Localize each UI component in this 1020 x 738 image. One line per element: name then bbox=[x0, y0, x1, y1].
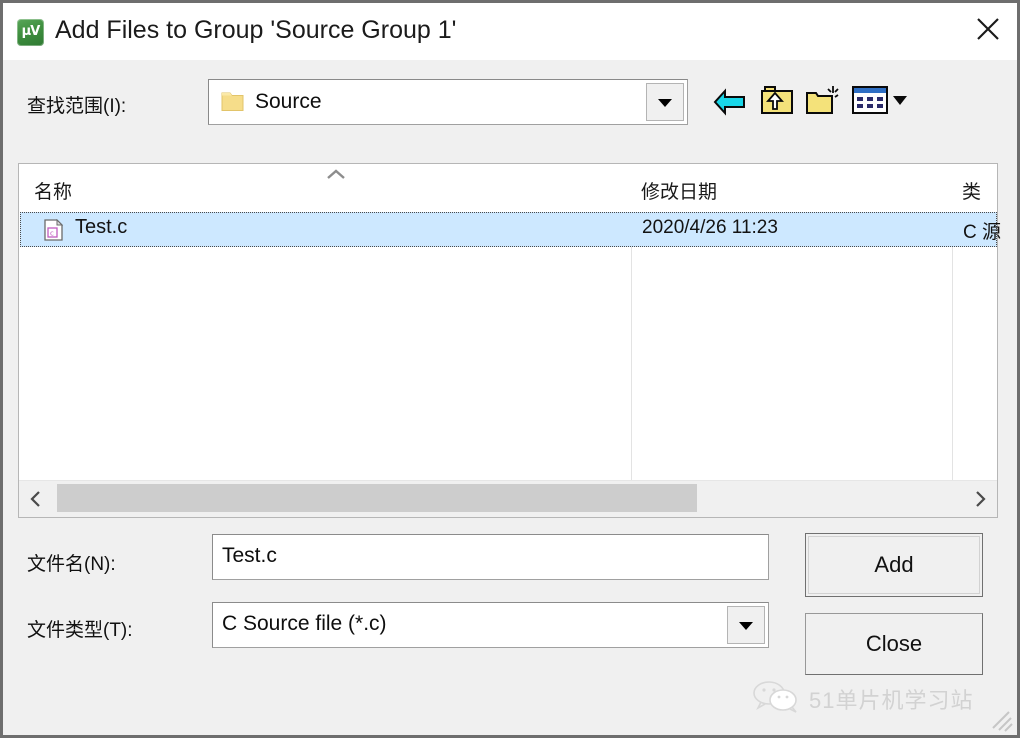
scrollbar-thumb[interactable] bbox=[57, 484, 697, 512]
title-bar: μV Add Files to Group 'Source Group 1' bbox=[3, 3, 1017, 60]
svg-text:c: c bbox=[50, 230, 54, 238]
c-source-file-icon: c bbox=[44, 219, 63, 241]
add-button[interactable]: Add bbox=[805, 533, 983, 597]
look-in-dropdown-button[interactable] bbox=[646, 83, 684, 121]
close-button[interactable]: Close bbox=[805, 613, 983, 675]
file-name-input-value: Test.c bbox=[222, 544, 277, 567]
window-title: Add Files to Group 'Source Group 1' bbox=[55, 16, 457, 44]
new-folder-icon bbox=[806, 86, 839, 114]
chevron-down-icon bbox=[658, 99, 672, 107]
file-name-label: 文件名(N): bbox=[27, 554, 116, 575]
views-list-icon bbox=[852, 86, 907, 114]
close-icon bbox=[977, 18, 999, 40]
up-one-level-button[interactable] bbox=[760, 83, 794, 117]
file-name-input[interactable]: Test.c bbox=[212, 534, 769, 580]
folder-icon bbox=[221, 92, 244, 111]
close-window-button[interactable] bbox=[959, 3, 1017, 53]
file-name-cell: Test.c bbox=[75, 216, 128, 238]
file-list[interactable]: 名称 修改日期 类 c Test.c 2020/4/26 11:23 C 源 bbox=[18, 163, 1001, 518]
look-in-label: 查找范围(I): bbox=[27, 96, 127, 117]
file-type-value: C Source file (*.c) bbox=[222, 612, 387, 635]
column-header-type[interactable]: 类 bbox=[962, 177, 981, 204]
file-type-dropdown-button[interactable] bbox=[727, 606, 765, 644]
column-header-name[interactable]: 名称 bbox=[34, 177, 72, 204]
file-list-header: 名称 修改日期 类 bbox=[19, 164, 997, 212]
chevron-left-icon bbox=[30, 491, 40, 507]
uvision-icon: μV bbox=[17, 19, 44, 46]
table-row[interactable]: c Test.c 2020/4/26 11:23 C 源 bbox=[20, 212, 1001, 247]
chevron-right-icon bbox=[976, 491, 986, 507]
file-type-cell: C 源 bbox=[963, 222, 1002, 243]
back-arrow-icon bbox=[713, 88, 745, 116]
chevron-down-icon bbox=[739, 622, 753, 630]
scroll-left-button[interactable] bbox=[19, 481, 53, 517]
scroll-right-button[interactable] bbox=[963, 481, 997, 517]
resize-grip[interactable] bbox=[987, 706, 1013, 732]
wechat-icon bbox=[753, 681, 797, 713]
look-in-combobox[interactable]: Source bbox=[208, 79, 688, 125]
views-button[interactable] bbox=[852, 85, 910, 115]
new-folder-button[interactable] bbox=[805, 83, 841, 117]
chevron-down-icon bbox=[893, 96, 907, 105]
sort-ascending-icon bbox=[327, 169, 345, 179]
up-one-level-icon bbox=[761, 86, 793, 114]
column-header-date-modified[interactable]: 修改日期 bbox=[641, 177, 717, 204]
back-button[interactable] bbox=[713, 87, 747, 117]
file-type-label: 文件类型(T): bbox=[27, 620, 133, 641]
add-files-dialog: μV Add Files to Group 'Source Group 1' 查… bbox=[3, 3, 1017, 735]
file-type-combobox[interactable]: C Source file (*.c) bbox=[212, 602, 769, 648]
uvision-icon-glyph: μV bbox=[21, 24, 41, 39]
watermark: 51单片机学习站 bbox=[751, 681, 986, 715]
file-date-cell: 2020/4/26 11:23 bbox=[642, 217, 778, 238]
watermark-text: 51单片机学习站 bbox=[809, 688, 974, 713]
look-in-value: Source bbox=[255, 90, 322, 113]
horizontal-scrollbar[interactable] bbox=[19, 480, 997, 517]
